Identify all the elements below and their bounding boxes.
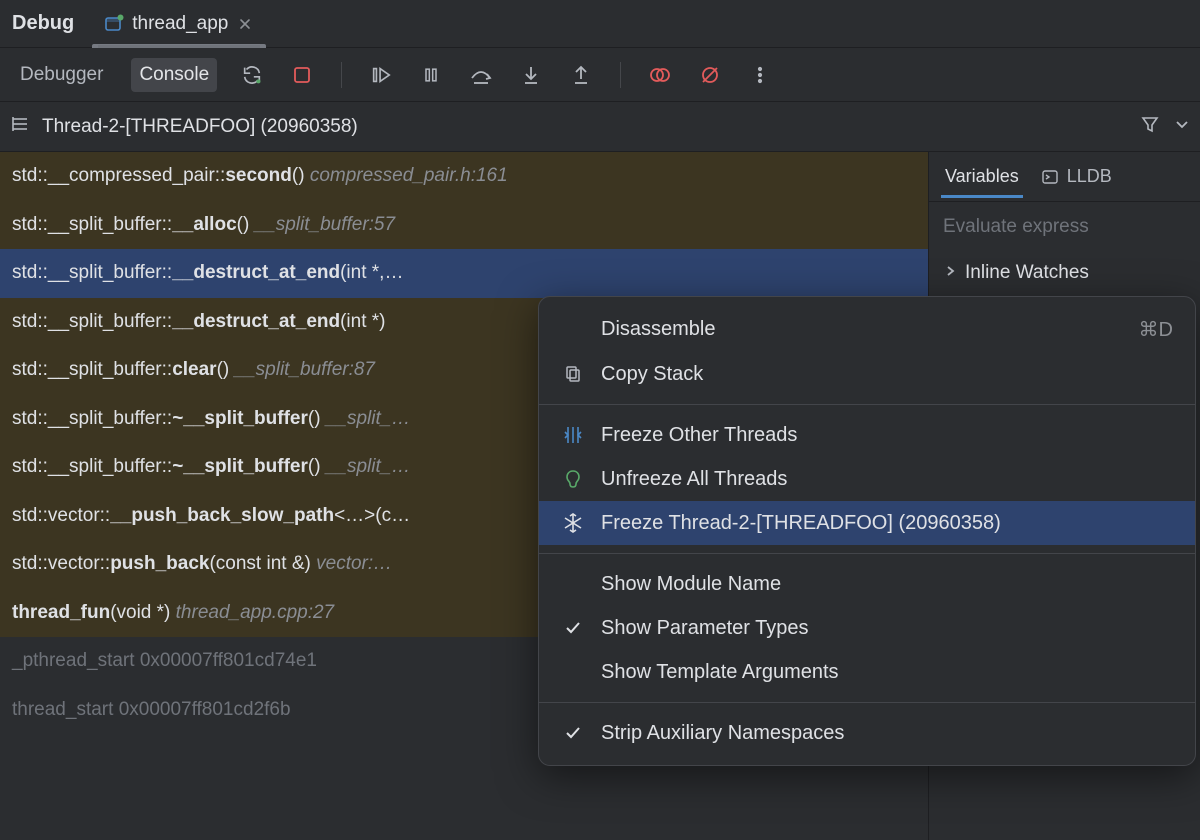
check-icon: [561, 616, 585, 640]
mute-breakpoints-button[interactable]: [695, 60, 725, 90]
debugger-toolbar: Debugger Console: [0, 48, 1200, 102]
menu-item-label: Unfreeze All Threads: [601, 468, 787, 491]
menu-item-label: Freeze Other Threads: [601, 424, 797, 447]
menu-separator: [539, 702, 1195, 703]
top-tab-bar: Debug thread_app: [0, 0, 1200, 48]
menu-item-label: Show Module Name: [601, 573, 781, 596]
menu-item[interactable]: Copy Stack: [539, 352, 1195, 396]
toolbar-divider: [620, 62, 621, 88]
tool-window-title: Debug: [12, 12, 74, 35]
application-icon: [104, 14, 124, 34]
run-config-tab[interactable]: thread_app: [98, 0, 260, 47]
inline-watches-label: Inline Watches: [965, 262, 1089, 284]
menu-shortcut: ⌘D: [1139, 317, 1173, 342]
menu-item[interactable]: Freeze Thread-2-[THREADFOO] (20960358): [539, 501, 1195, 545]
variables-tabs: Variables LLDB: [929, 152, 1200, 202]
thread-name[interactable]: Thread-2-[THREADFOO] (20960358): [42, 116, 1128, 138]
variables-body: Evaluate express Inline Watches: [929, 202, 1200, 298]
menu-item-label: Freeze Thread-2-[THREADFOO] (20960358): [601, 512, 1001, 535]
menu-item[interactable]: Show Module Name: [539, 562, 1195, 606]
console-tab[interactable]: Console: [131, 58, 217, 92]
menu-item-label: Show Parameter Types: [601, 617, 809, 640]
blank-icon: [561, 660, 585, 684]
step-into-button[interactable]: [516, 60, 546, 90]
chevron-right-icon: [943, 262, 957, 284]
stack-frames-icon: [10, 114, 30, 139]
frame-row[interactable]: std::__compressed_pair::second() compres…: [0, 152, 928, 201]
thread-selector-bar: Thread-2-[THREADFOO] (20960358): [0, 102, 1200, 152]
inline-watches-row[interactable]: Inline Watches: [943, 262, 1186, 284]
copy-icon: [561, 362, 585, 386]
freeze-others-icon: [561, 423, 585, 447]
menu-item-label: Show Template Arguments: [601, 661, 839, 684]
menu-item[interactable]: Strip Auxiliary Namespaces: [539, 711, 1195, 755]
menu-item-label: Strip Auxiliary Namespaces: [601, 722, 844, 745]
menu-item-label: Copy Stack: [601, 363, 703, 386]
menu-item[interactable]: Unfreeze All Threads: [539, 457, 1195, 501]
close-tab-button[interactable]: [236, 15, 254, 33]
more-actions-button[interactable]: [745, 60, 775, 90]
rerun-button[interactable]: [237, 60, 267, 90]
menu-separator: [539, 553, 1195, 554]
frame-row[interactable]: std::__split_buffer::__destruct_at_end(i…: [0, 249, 928, 298]
evaluate-expression-input[interactable]: Evaluate express: [943, 216, 1186, 238]
view-breakpoints-button[interactable]: [645, 60, 675, 90]
blank-icon: [561, 318, 585, 342]
frame-row[interactable]: std::__split_buffer::__alloc() __split_b…: [0, 201, 928, 250]
menu-item[interactable]: Show Parameter Types: [539, 606, 1195, 650]
menu-item[interactable]: Freeze Other Threads: [539, 413, 1195, 457]
filter-icon[interactable]: [1140, 114, 1160, 139]
tab-underline: [92, 44, 266, 48]
menu-separator: [539, 404, 1195, 405]
tab-variables[interactable]: Variables: [943, 156, 1021, 197]
check-icon: [561, 721, 585, 745]
menu-item[interactable]: Disassemble ⌘D: [539, 307, 1195, 352]
thread-dropdown-chevron[interactable]: [1174, 116, 1190, 137]
blank-icon: [561, 572, 585, 596]
menu-item-label: Disassemble: [601, 318, 715, 341]
frames-context-menu: Disassemble ⌘D Copy Stack Freeze Other Thre…: [538, 296, 1196, 766]
resume-button[interactable]: [366, 60, 396, 90]
step-out-button[interactable]: [566, 60, 596, 90]
step-over-button[interactable]: [466, 60, 496, 90]
toolbar-divider: [341, 62, 342, 88]
snowflake-icon: [561, 511, 585, 535]
pause-button[interactable]: [416, 60, 446, 90]
stop-button[interactable]: [287, 60, 317, 90]
unfreeze-icon: [561, 467, 585, 491]
menu-item[interactable]: Show Template Arguments: [539, 650, 1195, 694]
tab-lldb[interactable]: LLDB: [1039, 156, 1114, 197]
run-config-name: thread_app: [132, 13, 228, 35]
debugger-tab[interactable]: Debugger: [12, 58, 111, 92]
